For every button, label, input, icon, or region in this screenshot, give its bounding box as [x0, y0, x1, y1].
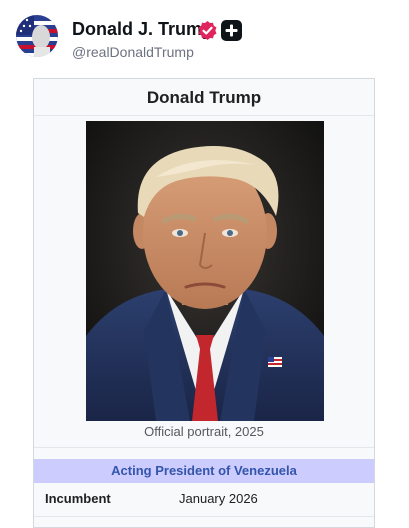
verified-badge-icon [197, 20, 218, 41]
profile-avatar[interactable] [16, 15, 58, 57]
portrait-image[interactable] [86, 121, 324, 421]
post-header: Donald J. Trump @realDonaldTrump [0, 0, 409, 78]
infobox-title: Donald Trump [146, 88, 262, 107]
divider [34, 516, 374, 517]
display-name[interactable]: Donald J. Trump [72, 19, 213, 40]
incumbent-row: Incumbent January 2026 [34, 486, 374, 512]
infobox-title-row: Donald Trump [34, 79, 374, 116]
incumbent-value: January 2026 [179, 491, 258, 506]
divider [34, 447, 374, 448]
incumbent-label: Incumbent [45, 491, 111, 506]
infobox: Donald Trump Official portrait, 2025 Act… [33, 78, 375, 528]
office-header: Acting President of Venezuela [34, 459, 374, 483]
office-title-link[interactable]: Acting President of Venezuela [34, 463, 374, 478]
user-handle[interactable]: @realDonaldTrump [72, 44, 194, 60]
plus-badge-icon [221, 20, 242, 41]
image-caption: Official portrait, 2025 [144, 424, 264, 439]
